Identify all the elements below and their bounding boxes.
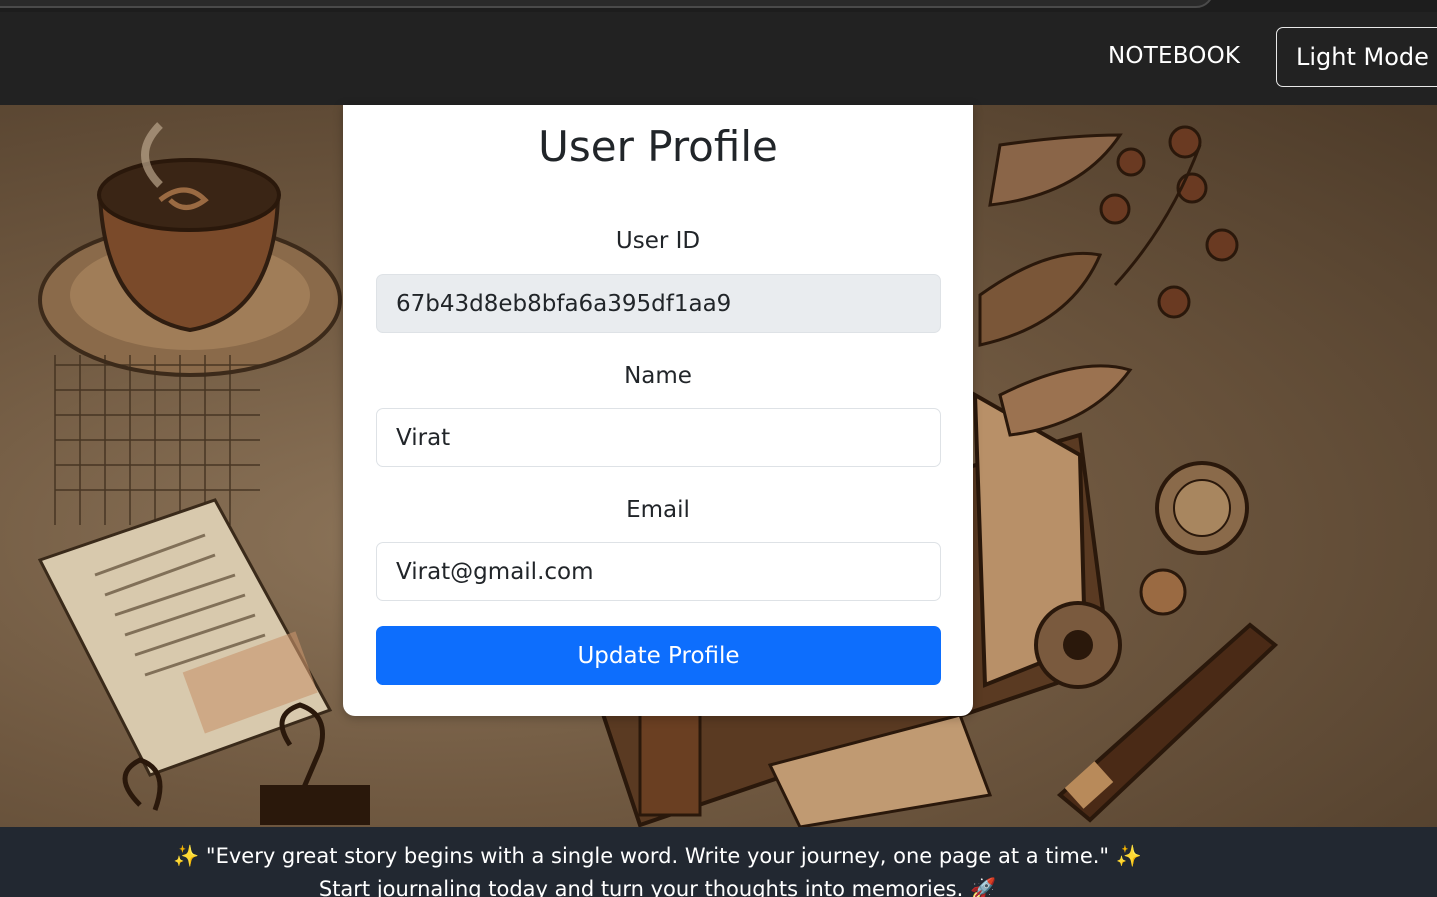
browser-tab-edge bbox=[0, 0, 1214, 8]
email-label: Email bbox=[626, 497, 690, 523]
top-navbar: NOTEBOOK Light Mode bbox=[0, 12, 1437, 105]
footer-tagline: Start journaling today and turn your tho… bbox=[318, 877, 964, 897]
notebook-nav-link[interactable]: NOTEBOOK bbox=[1108, 43, 1240, 69]
light-mode-toggle-button[interactable]: Light Mode bbox=[1276, 27, 1437, 87]
user-profile-card: User Profile User ID Name Email Update P… bbox=[343, 105, 973, 716]
browser-tab-strip bbox=[0, 0, 1437, 12]
footer-tagline-line: Start journaling today and turn your tho… bbox=[0, 877, 1315, 897]
footer: ✨ "Every great story begins with a singl… bbox=[0, 827, 1437, 897]
name-field[interactable] bbox=[376, 408, 941, 467]
user-id-label: User ID bbox=[615, 228, 701, 254]
update-profile-button[interactable]: Update Profile bbox=[376, 626, 941, 685]
sparkles-icon: ✨ bbox=[173, 844, 200, 868]
rocket-icon: 🚀 bbox=[969, 877, 997, 897]
user-id-field[interactable] bbox=[376, 274, 941, 333]
name-label: Name bbox=[624, 363, 692, 389]
footer-quote: "Every great story begins with a single … bbox=[205, 844, 1110, 868]
footer-quote-line: ✨ "Every great story begins with a singl… bbox=[0, 844, 1315, 869]
email-field[interactable] bbox=[376, 542, 941, 601]
page-title: User Profile bbox=[538, 122, 778, 171]
sparkles-icon: ✨ bbox=[1115, 844, 1142, 868]
